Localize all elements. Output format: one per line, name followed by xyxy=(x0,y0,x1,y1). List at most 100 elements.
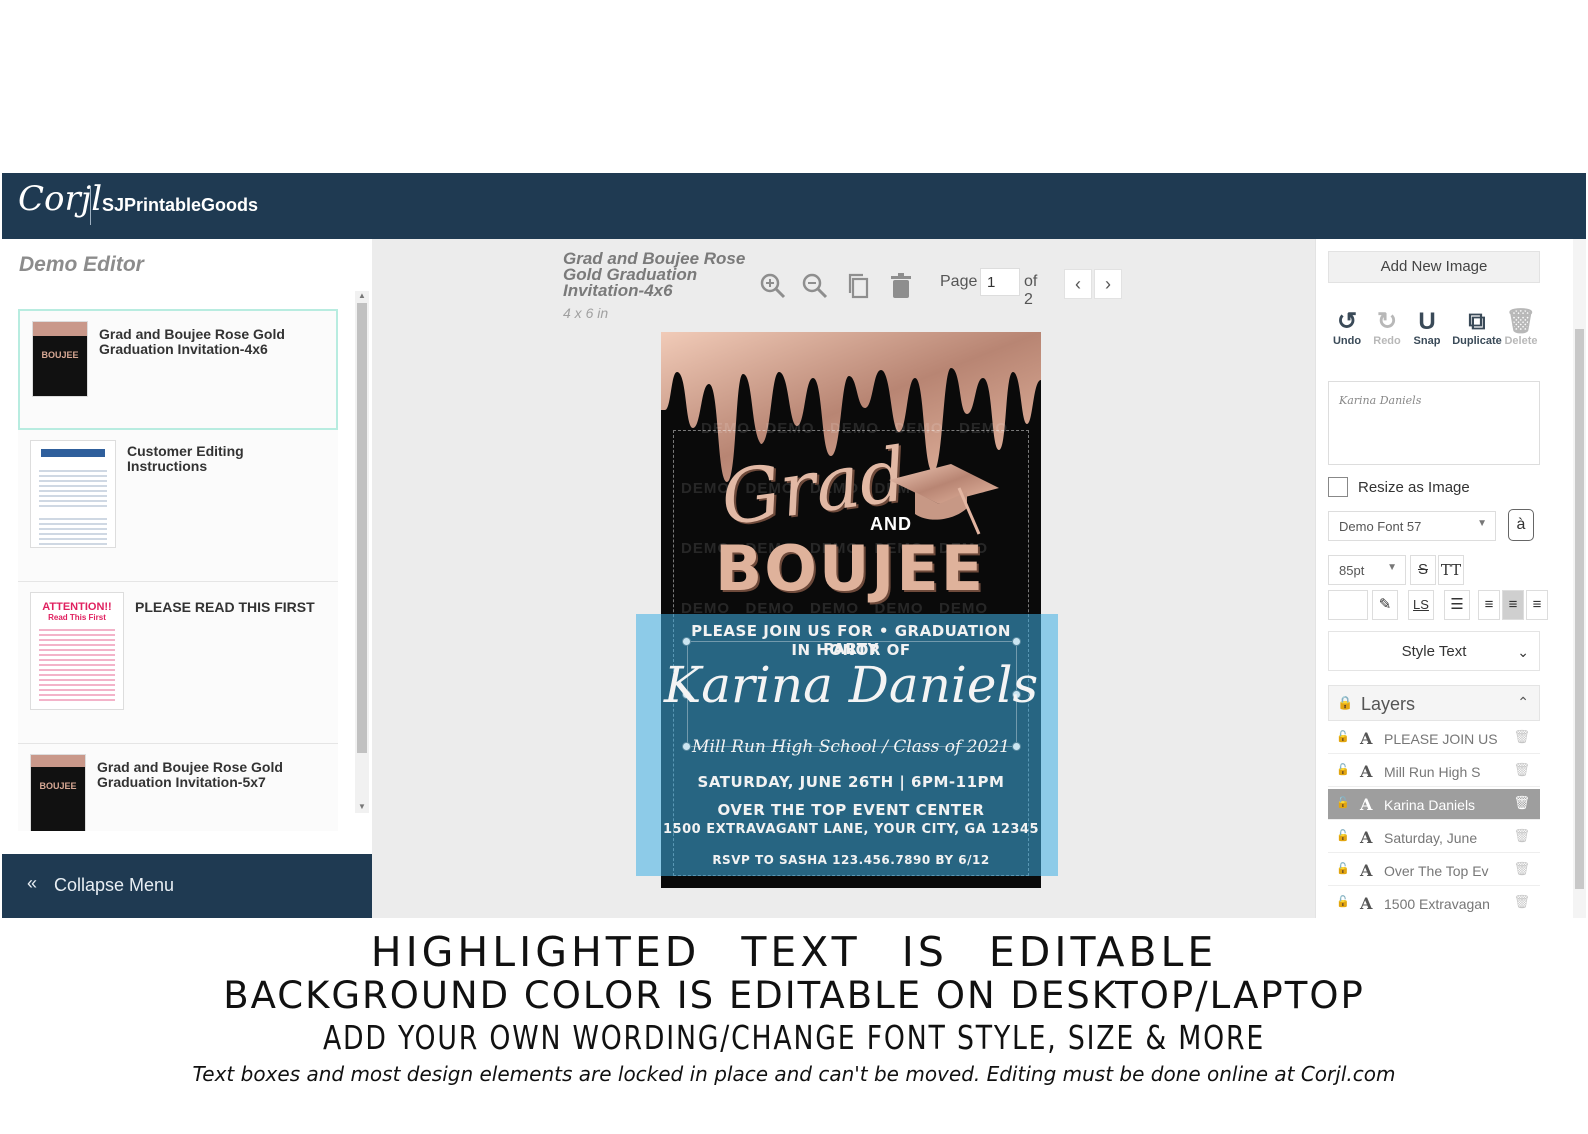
template-scrollbar[interactable]: ▲ ▼ xyxy=(355,291,369,813)
template-label: Grad and Boujee Rose Gold Graduation Inv… xyxy=(99,326,285,357)
layers-header[interactable]: 🔒 Layers ⌃ xyxy=(1328,685,1540,721)
honoree-name[interactable]: Karina Daniels xyxy=(661,656,1041,714)
trash-icon[interactable]: 🗑 xyxy=(1513,894,1530,910)
template-label: Grad and Boujee Rose Gold Graduation Inv… xyxy=(97,759,283,790)
chevron-down-icon: ⌄ xyxy=(1517,644,1529,660)
text-edit-area[interactable]: Karina Daniels xyxy=(1328,381,1540,465)
document-name: Grad and Boujee Rose Gold Graduation Inv… xyxy=(563,249,746,300)
caption-line-2: BACKGROUND COLOR IS EDITABLE ON DESKTOP/… xyxy=(223,974,1365,1017)
template-thumbnail xyxy=(30,440,116,548)
venue-line[interactable]: OVER THE TOP EVENT CENTER xyxy=(661,801,1041,819)
font-preview-icon[interactable]: à xyxy=(1508,509,1534,541)
template-item[interactable]: BOUJEE Grad and Boujee Rose Gold Graduat… xyxy=(18,744,338,831)
panel-title: Demo Editor xyxy=(19,253,144,276)
layer-item[interactable]: 🔓 A Over The Top Ev 🗑 xyxy=(1328,855,1540,886)
next-page-icon[interactable]: › xyxy=(1094,269,1122,299)
font-size-select[interactable]: 85pt ▼ xyxy=(1328,555,1406,585)
delete-button[interactable]: 🗑 Delete xyxy=(1498,308,1544,348)
top-whitespace xyxy=(0,0,1588,173)
page-total: of 2 xyxy=(1024,273,1038,308)
zoom-out-icon[interactable] xyxy=(800,271,830,301)
font-select[interactable]: Demo Font 57 ▼ xyxy=(1328,511,1496,541)
template-label: PLEASE READ THIS FIRST xyxy=(135,599,315,615)
eyedropper-icon[interactable]: ✎ xyxy=(1372,590,1398,620)
lock-icon[interactable]: 🔓 xyxy=(1336,763,1350,776)
align-left-icon[interactable]: ≡ xyxy=(1478,590,1500,620)
date-line[interactable]: SATURDAY, JUNE 26TH | 6PM-11PM xyxy=(661,773,1041,791)
trash-icon[interactable]: 🗑 xyxy=(1513,762,1530,778)
trash-icon[interactable]: 🗑 xyxy=(1513,729,1530,745)
align-center-icon[interactable]: ≡ xyxy=(1502,590,1524,620)
page-number-input[interactable]: 1 xyxy=(980,268,1020,296)
text-layer-icon: A xyxy=(1360,894,1373,913)
scrollbar-thumb[interactable] xyxy=(1575,329,1584,889)
delete-page-icon[interactable] xyxy=(886,271,916,301)
template-list: BOUJEE Grad and Boujee Rose Gold Graduat… xyxy=(18,309,340,831)
prev-page-icon[interactable]: ‹ xyxy=(1064,269,1092,299)
template-label: Customer Editing Instructions xyxy=(127,443,244,474)
resize-as-image-label: Resize as Image xyxy=(1358,479,1470,496)
template-panel: Demo Editor BOUJEE Grad and Boujee Rose … xyxy=(2,239,372,918)
trash-icon: 🗑 xyxy=(1505,308,1537,335)
caption-line-4: Text boxes and most design elements are … xyxy=(192,1062,1396,1086)
lock-icon[interactable]: 🔓 xyxy=(1336,862,1350,875)
properties-scrollbar[interactable] xyxy=(1573,239,1586,918)
trash-icon[interactable]: 🗑 xyxy=(1513,861,1530,877)
collapse-menu-button[interactable]: « Collapse Menu xyxy=(2,854,372,918)
scroll-up-icon[interactable]: ▲ xyxy=(358,291,366,300)
app-header: Corjl SJPrintableGoods xyxy=(2,173,1586,239)
lock-icon: 🔒 xyxy=(1337,695,1354,710)
resize-handle[interactable] xyxy=(682,637,691,646)
caption-line-1: HIGHLIGHTED TEXT IS EDITABLE xyxy=(370,928,1218,976)
chevron-up-icon: ⌃ xyxy=(1517,694,1529,710)
shop-name: SJPrintableGoods xyxy=(102,195,259,215)
strikethrough-icon[interactable]: S xyxy=(1410,555,1436,585)
layer-item[interactable]: 🔓 A Karina Daniels 🗑 xyxy=(1328,789,1540,820)
text-layer-icon: A xyxy=(1360,729,1373,748)
add-new-image-button[interactable]: Add New Image xyxy=(1328,251,1540,283)
editor-app: Corjl SJPrintableGoods Demo Editor BOUJE… xyxy=(2,173,1586,918)
trash-icon[interactable]: 🗑 xyxy=(1513,828,1530,844)
lock-icon[interactable]: 🔓 xyxy=(1336,730,1350,743)
text-color-swatch[interactable] xyxy=(1328,590,1368,620)
template-item[interactable]: BOUJEE Grad and Boujee Rose Gold Graduat… xyxy=(18,309,338,430)
line-height-icon[interactable]: ☰ xyxy=(1444,590,1470,620)
lock-icon[interactable]: 🔓 xyxy=(1336,829,1350,842)
letter-spacing-icon[interactable]: LS xyxy=(1408,590,1434,620)
page-label: Page xyxy=(940,273,978,290)
properties-panel: Add New Image ↺ Undo ↻ Redo U Snap ⧉ Dup… xyxy=(1315,239,1573,918)
scroll-down-icon[interactable]: ▼ xyxy=(358,802,366,811)
layer-item[interactable]: 🔓 A Saturday, June 🗑 xyxy=(1328,822,1540,853)
lock-icon[interactable]: 🔓 xyxy=(1336,895,1350,908)
template-thumbnail: ATTENTION!! Read This First xyxy=(30,592,124,710)
rsvp-line[interactable]: RSVP TO SASHA 123.456.7890 BY 6/12 xyxy=(661,853,1041,867)
text-layer-icon: A xyxy=(1360,795,1373,814)
snap-button[interactable]: U Snap xyxy=(1404,308,1450,348)
template-item[interactable]: ATTENTION!! Read This First PLEASE READ … xyxy=(18,582,338,744)
text-layer-icon: A xyxy=(1360,861,1373,880)
lock-icon[interactable]: 🔓 xyxy=(1336,796,1350,809)
resize-handle[interactable] xyxy=(1012,637,1021,646)
page-indicator: Page 1 of 2 xyxy=(940,268,1037,308)
address-line[interactable]: 1500 EXTRAVAGANT LANE, YOUR CITY, GA 123… xyxy=(661,822,1041,837)
double-chevron-left-icon: « xyxy=(27,873,38,893)
text-transform-icon[interactable]: TT xyxy=(1438,555,1464,585)
magnet-icon: U xyxy=(1418,308,1436,335)
layer-item[interactable]: 🔓 A 1500 Extravagan 🗑 xyxy=(1328,888,1540,918)
layer-item[interactable]: 🔓 A PLEASE JOIN US 🗑 xyxy=(1328,723,1540,754)
zoom-in-icon[interactable] xyxy=(758,271,788,301)
dropdown-arrow-icon: ▼ xyxy=(1387,562,1397,573)
template-item[interactable]: Customer Editing Instructions xyxy=(18,430,338,582)
layer-item[interactable]: 🔓 A Mill Run High S 🗑 xyxy=(1328,756,1540,787)
text-layer-icon: A xyxy=(1360,828,1373,847)
school-line[interactable]: Mill Run High School / Class of 2021 xyxy=(661,737,1041,757)
header-divider xyxy=(90,187,91,225)
trash-icon[interactable]: 🗑 xyxy=(1513,795,1530,811)
align-right-icon[interactable]: ≡ xyxy=(1526,590,1548,620)
duplicate-page-icon[interactable] xyxy=(844,271,874,301)
document-size: 4 x 6 in xyxy=(563,305,609,321)
style-text-dropdown[interactable]: Style Text ⌄ xyxy=(1328,631,1540,671)
resize-as-image-checkbox[interactable] xyxy=(1328,477,1348,497)
scrollbar-thumb[interactable] xyxy=(357,303,367,753)
template-thumbnail: BOUJEE xyxy=(32,321,88,397)
